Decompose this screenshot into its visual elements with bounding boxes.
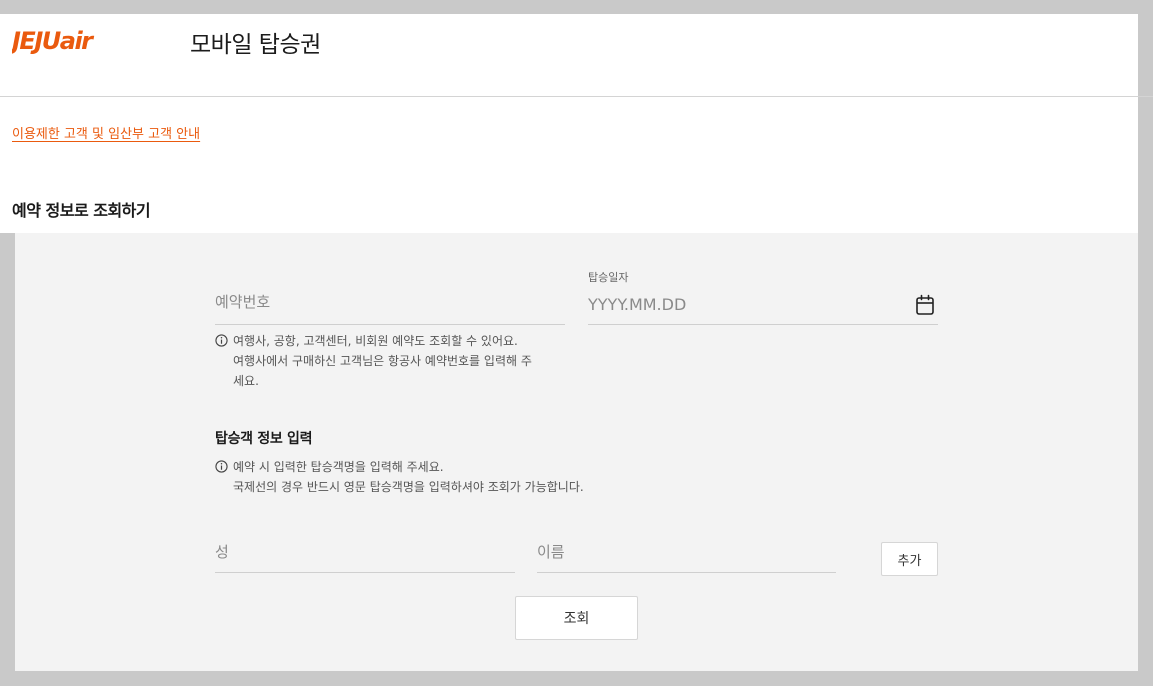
reservation-info-line3: 세요. bbox=[233, 374, 259, 388]
reservation-number-field[interactable]: 예약번호 bbox=[215, 285, 565, 325]
add-passenger-button[interactable]: 추가 bbox=[881, 542, 938, 576]
intro-section: 이용제한 고객 및 임산부 고객 안내 예약 정보로 조회하기 bbox=[0, 97, 1138, 233]
info-icon bbox=[215, 460, 228, 473]
passenger-info-line1: 예약 시 입력한 탑승객명을 입력해 주세요. bbox=[233, 460, 444, 474]
logo-text: JEJUair bbox=[12, 27, 95, 54]
passenger-info-title: 탑승객 정보 입력 bbox=[215, 431, 313, 447]
first-name-field[interactable]: 이름 bbox=[537, 533, 836, 573]
section-title: 예약 정보로 조회하기 bbox=[12, 201, 151, 220]
search-button[interactable]: 조회 bbox=[515, 596, 638, 640]
page-title: 모바일 탑승권 bbox=[190, 32, 321, 58]
header: JEJUair 모바일 탑승권 bbox=[0, 14, 1138, 96]
first-name-placeholder: 이름 bbox=[537, 543, 565, 561]
restricted-customer-notice-link[interactable]: 이용제한 고객 및 임산부 고객 안내 bbox=[12, 123, 200, 142]
calendar-icon[interactable] bbox=[915, 294, 935, 316]
jejuair-logo[interactable]: JEJUair bbox=[12, 24, 132, 54]
info-icon bbox=[215, 334, 228, 347]
last-name-field[interactable]: 성 bbox=[215, 533, 515, 573]
reservation-info-line1: 여행사, 공항, 고객센터, 비회원 예약도 조회할 수 있어요. bbox=[233, 334, 518, 348]
boarding-date-placeholder: YYYY.MM.DD bbox=[588, 295, 687, 314]
boarding-date-label: 탑승일자 bbox=[588, 271, 629, 284]
passenger-info: 예약 시 입력한 탑승객명을 입력해 주세요. 국제선의 경우 반드시 영문 탑… bbox=[215, 457, 715, 497]
reservation-number-placeholder: 예약번호 bbox=[215, 293, 271, 311]
reservation-info: 여행사, 공항, 고객센터, 비회원 예약도 조회할 수 있어요. 여행사에서 … bbox=[215, 331, 575, 391]
boarding-date-field[interactable]: YYYY.MM.DD bbox=[588, 285, 938, 325]
reservation-form-panel: 예약번호 탑승일자 YYYY.MM.DD 여행사, 공항, 고객센터, 비회원 … bbox=[15, 233, 1138, 671]
passenger-info-line2: 국제선의 경우 반드시 영문 탑승객명을 입력하셔야 조회가 가능합니다. bbox=[233, 480, 584, 494]
last-name-placeholder: 성 bbox=[215, 543, 229, 561]
reservation-info-line2: 여행사에서 구매하신 고객님은 항공사 예약번호를 입력해 주 bbox=[233, 354, 532, 368]
page: JEJUair 모바일 탑승권 이용제한 고객 및 임산부 고객 안내 예약 정… bbox=[0, 0, 1153, 686]
